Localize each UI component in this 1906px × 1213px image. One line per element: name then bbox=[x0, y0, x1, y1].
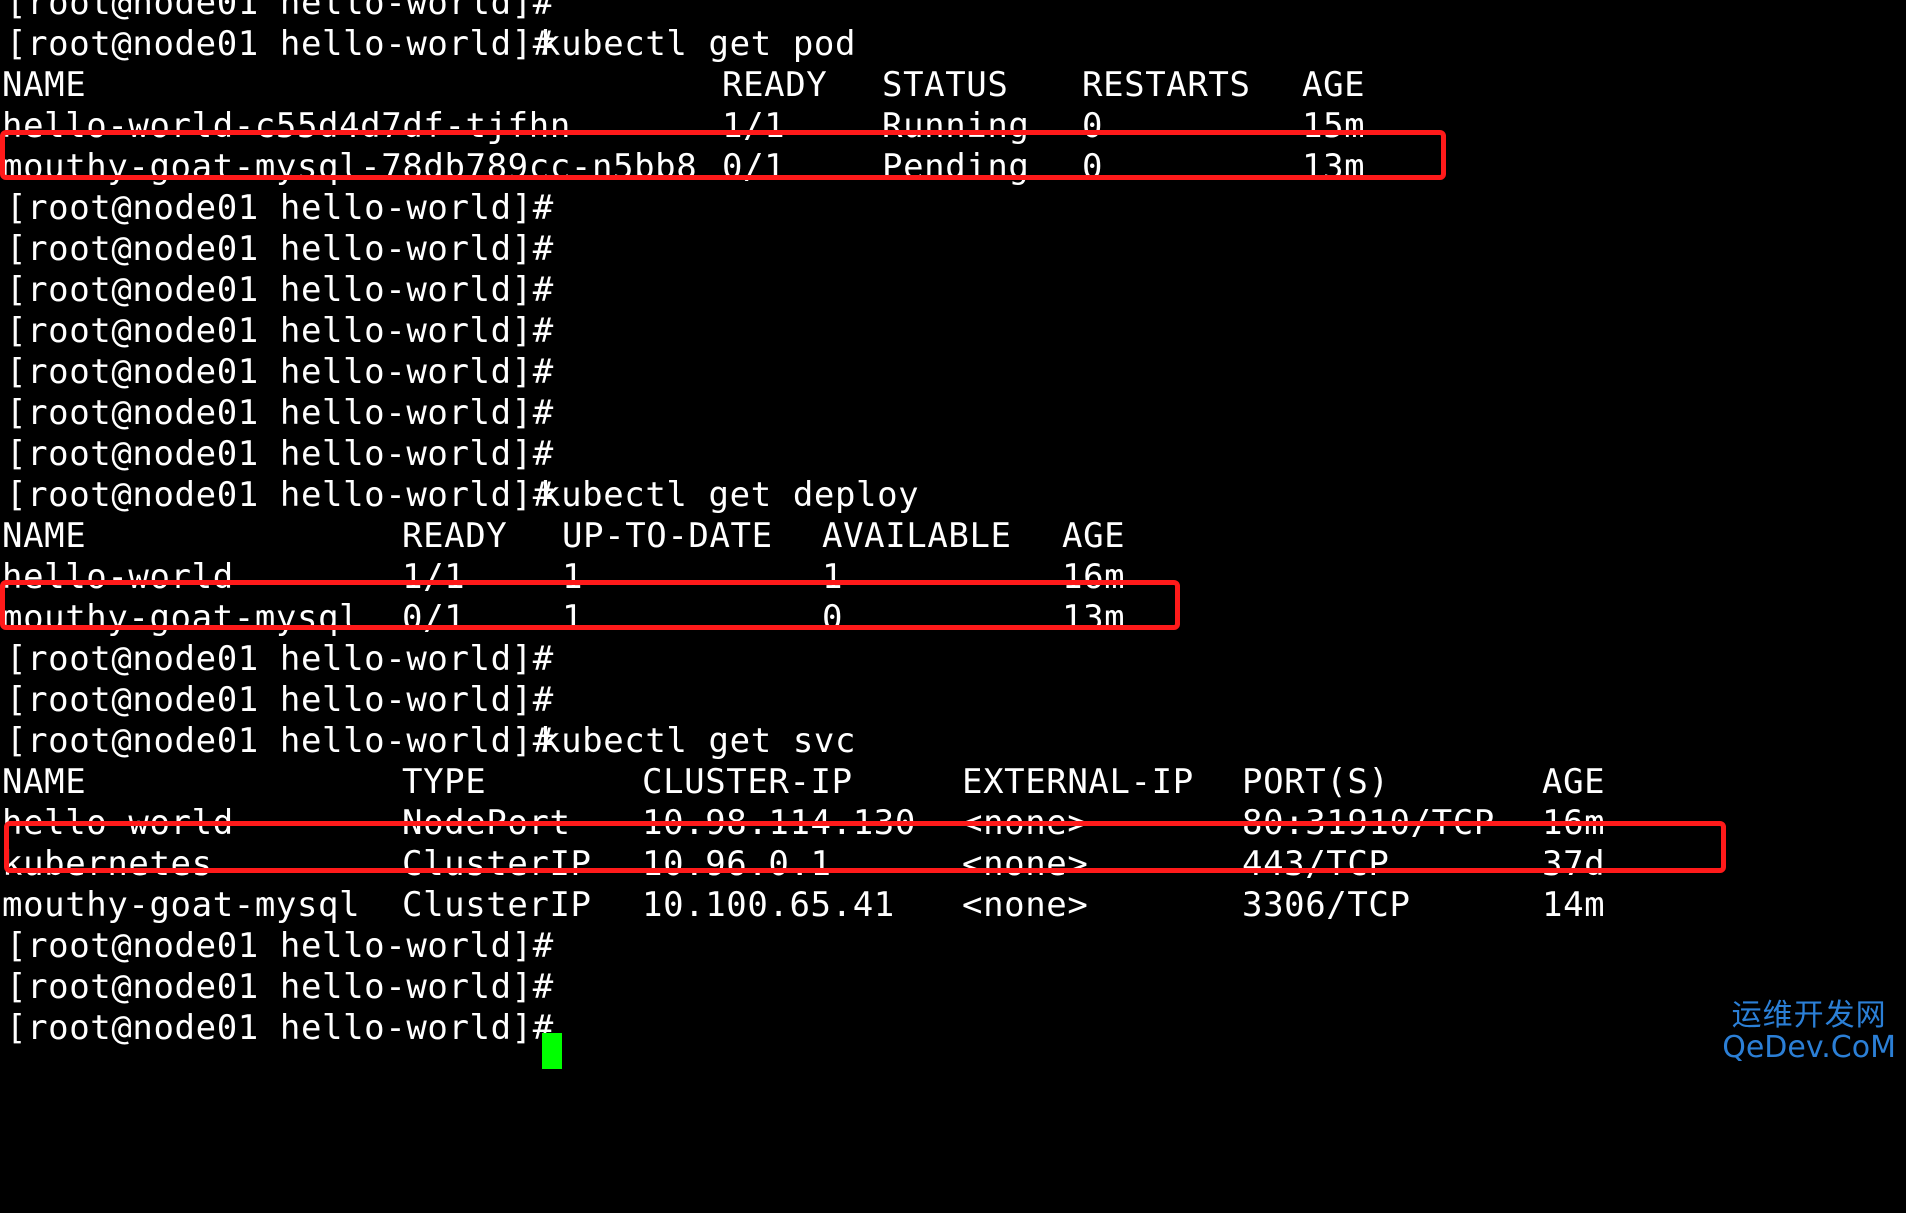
prompt: [root@node01 hello-world]# bbox=[6, 229, 554, 269]
svc-cluster-ip: 10.96.0.1 bbox=[642, 844, 832, 884]
svc-name: mouthy-goat-mysql bbox=[2, 885, 361, 925]
pod-ready: 1/1 bbox=[722, 106, 786, 146]
deploy-available: 1 bbox=[822, 557, 844, 597]
deploy-header-age: AGE bbox=[1062, 516, 1126, 556]
pod-status: Running bbox=[882, 106, 1030, 146]
svc-ports: 443/TCP bbox=[1242, 844, 1390, 884]
pods-header-restarts: RESTARTS bbox=[1082, 65, 1251, 105]
prompt: [root@node01 hello-world]# bbox=[6, 967, 554, 1007]
svc-external-ip: <none> bbox=[962, 844, 1089, 884]
svc-type: ClusterIP bbox=[402, 844, 592, 884]
watermark-logo: 运维开发网 QeDev.CoM bbox=[1722, 1000, 1896, 1063]
deploy-header-available: AVAILABLE bbox=[822, 516, 1012, 556]
terminal-cursor bbox=[542, 1033, 562, 1069]
prompt: [root@node01 hello-world]# bbox=[6, 926, 554, 966]
prompt: [root@node01 hello-world]# bbox=[6, 434, 554, 474]
deploy-header-up-to-date: UP-TO-DATE bbox=[562, 516, 773, 556]
table-row: mouthy-goat-mysql-78db789cc-n5bb8 0/1 Pe… bbox=[0, 147, 1365, 188]
svc-external-ip: <none> bbox=[962, 803, 1089, 843]
svc-header-age: AGE bbox=[1542, 762, 1606, 802]
svc-cluster-ip: 10.100.65.41 bbox=[642, 885, 895, 925]
prompt: [root@node01 hello-world]# bbox=[6, 24, 554, 64]
pods-header-status: STATUS bbox=[882, 65, 1009, 105]
prompt: [root@node01 hello-world]# bbox=[6, 393, 554, 433]
deploy-up-to-date: 1 bbox=[562, 598, 584, 638]
pod-restarts: 0 bbox=[1082, 106, 1104, 146]
svc-header-ports: PORT(S) bbox=[1242, 762, 1390, 802]
deploy-header-ready: READY bbox=[402, 516, 508, 556]
deploy-age: 13m bbox=[1062, 598, 1126, 638]
command-line: [root@node01 hello-world]# kubectl get p… bbox=[0, 24, 855, 65]
watermark-line1: 运维开发网 bbox=[1731, 998, 1887, 1033]
pods-header-row: NAME READY STATUS RESTARTS AGE bbox=[0, 65, 1365, 106]
table-row: mouthy-goat-mysql 0/1 1 0 13m bbox=[0, 598, 1125, 639]
svc-name: kubernetes bbox=[2, 844, 213, 884]
pods-header-name: NAME bbox=[2, 65, 87, 105]
svc-ports: 80:31910/TCP bbox=[1242, 803, 1495, 843]
pods-header-age: AGE bbox=[1302, 65, 1366, 105]
prompt: [root@node01 hello-world]# bbox=[6, 270, 554, 310]
svc-header-name: NAME bbox=[2, 762, 87, 802]
svc-header-row: NAME TYPE CLUSTER-IP EXTERNAL-IP PORT(S)… bbox=[0, 762, 1605, 803]
svc-age: 14m bbox=[1542, 885, 1606, 925]
deploy-name: hello-world bbox=[2, 557, 234, 597]
pod-ready: 0/1 bbox=[722, 147, 786, 187]
table-row: hello-world NodePort 10.98.114.130 <none… bbox=[0, 803, 1605, 844]
pod-status: Pending bbox=[882, 147, 1030, 187]
prompt: [root@node01 hello-world]# bbox=[6, 311, 554, 351]
svc-header-type: TYPE bbox=[402, 762, 487, 802]
prompt: [root@node01 hello-world]# bbox=[6, 0, 554, 23]
deploy-header-row: NAME READY UP-TO-DATE AVAILABLE AGE bbox=[0, 516, 1125, 557]
watermark-line2: QeDev.CoM bbox=[1722, 1029, 1896, 1065]
terminal-window[interactable]: [root@node01 hello-world]# [root@node01 … bbox=[0, 0, 1906, 1083]
prompt: [root@node01 hello-world]# bbox=[6, 188, 554, 228]
deploy-up-to-date: 1 bbox=[562, 557, 584, 597]
prompt: [root@node01 hello-world]# bbox=[6, 1008, 554, 1048]
svc-age: 37d bbox=[1542, 844, 1606, 884]
prompt: [root@node01 hello-world]# bbox=[6, 475, 554, 515]
deploy-age: 16m bbox=[1062, 557, 1126, 597]
svc-header-external-ip: EXTERNAL-IP bbox=[962, 762, 1194, 802]
pod-name: hello-world-c55d4d7df-tjfhn bbox=[2, 106, 571, 146]
svc-cluster-ip: 10.98.114.130 bbox=[642, 803, 916, 843]
deploy-ready: 1/1 bbox=[402, 557, 466, 597]
deploy-ready: 0/1 bbox=[402, 598, 466, 638]
svc-name: hello-world bbox=[2, 803, 234, 843]
table-row: mouthy-goat-mysql ClusterIP 10.100.65.41… bbox=[0, 885, 1605, 926]
svc-type: ClusterIP bbox=[402, 885, 592, 925]
command-get-svc: kubectl get svc bbox=[540, 721, 857, 761]
pod-age: 15m bbox=[1302, 106, 1366, 146]
svc-type: NodePort bbox=[402, 803, 571, 843]
table-row: hello-world 1/1 1 1 16m bbox=[0, 557, 1125, 598]
prompt: [root@node01 hello-world]# bbox=[6, 721, 554, 761]
pod-name: mouthy-goat-mysql-78db789cc-n5bb8 bbox=[2, 147, 698, 187]
prompt: [root@node01 hello-world]# bbox=[6, 639, 554, 679]
pod-age: 13m bbox=[1302, 147, 1366, 187]
prompt: [root@node01 hello-world]# bbox=[6, 680, 554, 720]
deploy-available: 0 bbox=[822, 598, 844, 638]
prompt: [root@node01 hello-world]# bbox=[6, 352, 554, 392]
deploy-name: mouthy-goat-mysql bbox=[2, 598, 361, 638]
pod-restarts: 0 bbox=[1082, 147, 1104, 187]
deploy-header-name: NAME bbox=[2, 516, 87, 556]
prompt-line: [root@node01 hello-world]# bbox=[0, 0, 553, 24]
table-row: hello-world-c55d4d7df-tjfhn 1/1 Running … bbox=[0, 106, 1365, 147]
svc-age: 16m bbox=[1542, 803, 1606, 843]
svc-external-ip: <none> bbox=[962, 885, 1089, 925]
command-get-deploy: kubectl get deploy bbox=[540, 475, 920, 515]
command-line: [root@node01 hello-world]# kubectl get s… bbox=[0, 721, 855, 762]
svc-header-cluster-ip: CLUSTER-IP bbox=[642, 762, 853, 802]
table-row: kubernetes ClusterIP 10.96.0.1 <none> 44… bbox=[0, 844, 1605, 885]
command-get-pod: kubectl get pod bbox=[540, 24, 857, 64]
svc-ports: 3306/TCP bbox=[1242, 885, 1411, 925]
pods-header-ready: READY bbox=[722, 65, 828, 105]
command-line: [root@node01 hello-world]# kubectl get d… bbox=[0, 475, 919, 516]
active-prompt-line[interactable]: [root@node01 hello-world]# bbox=[0, 1008, 553, 1049]
